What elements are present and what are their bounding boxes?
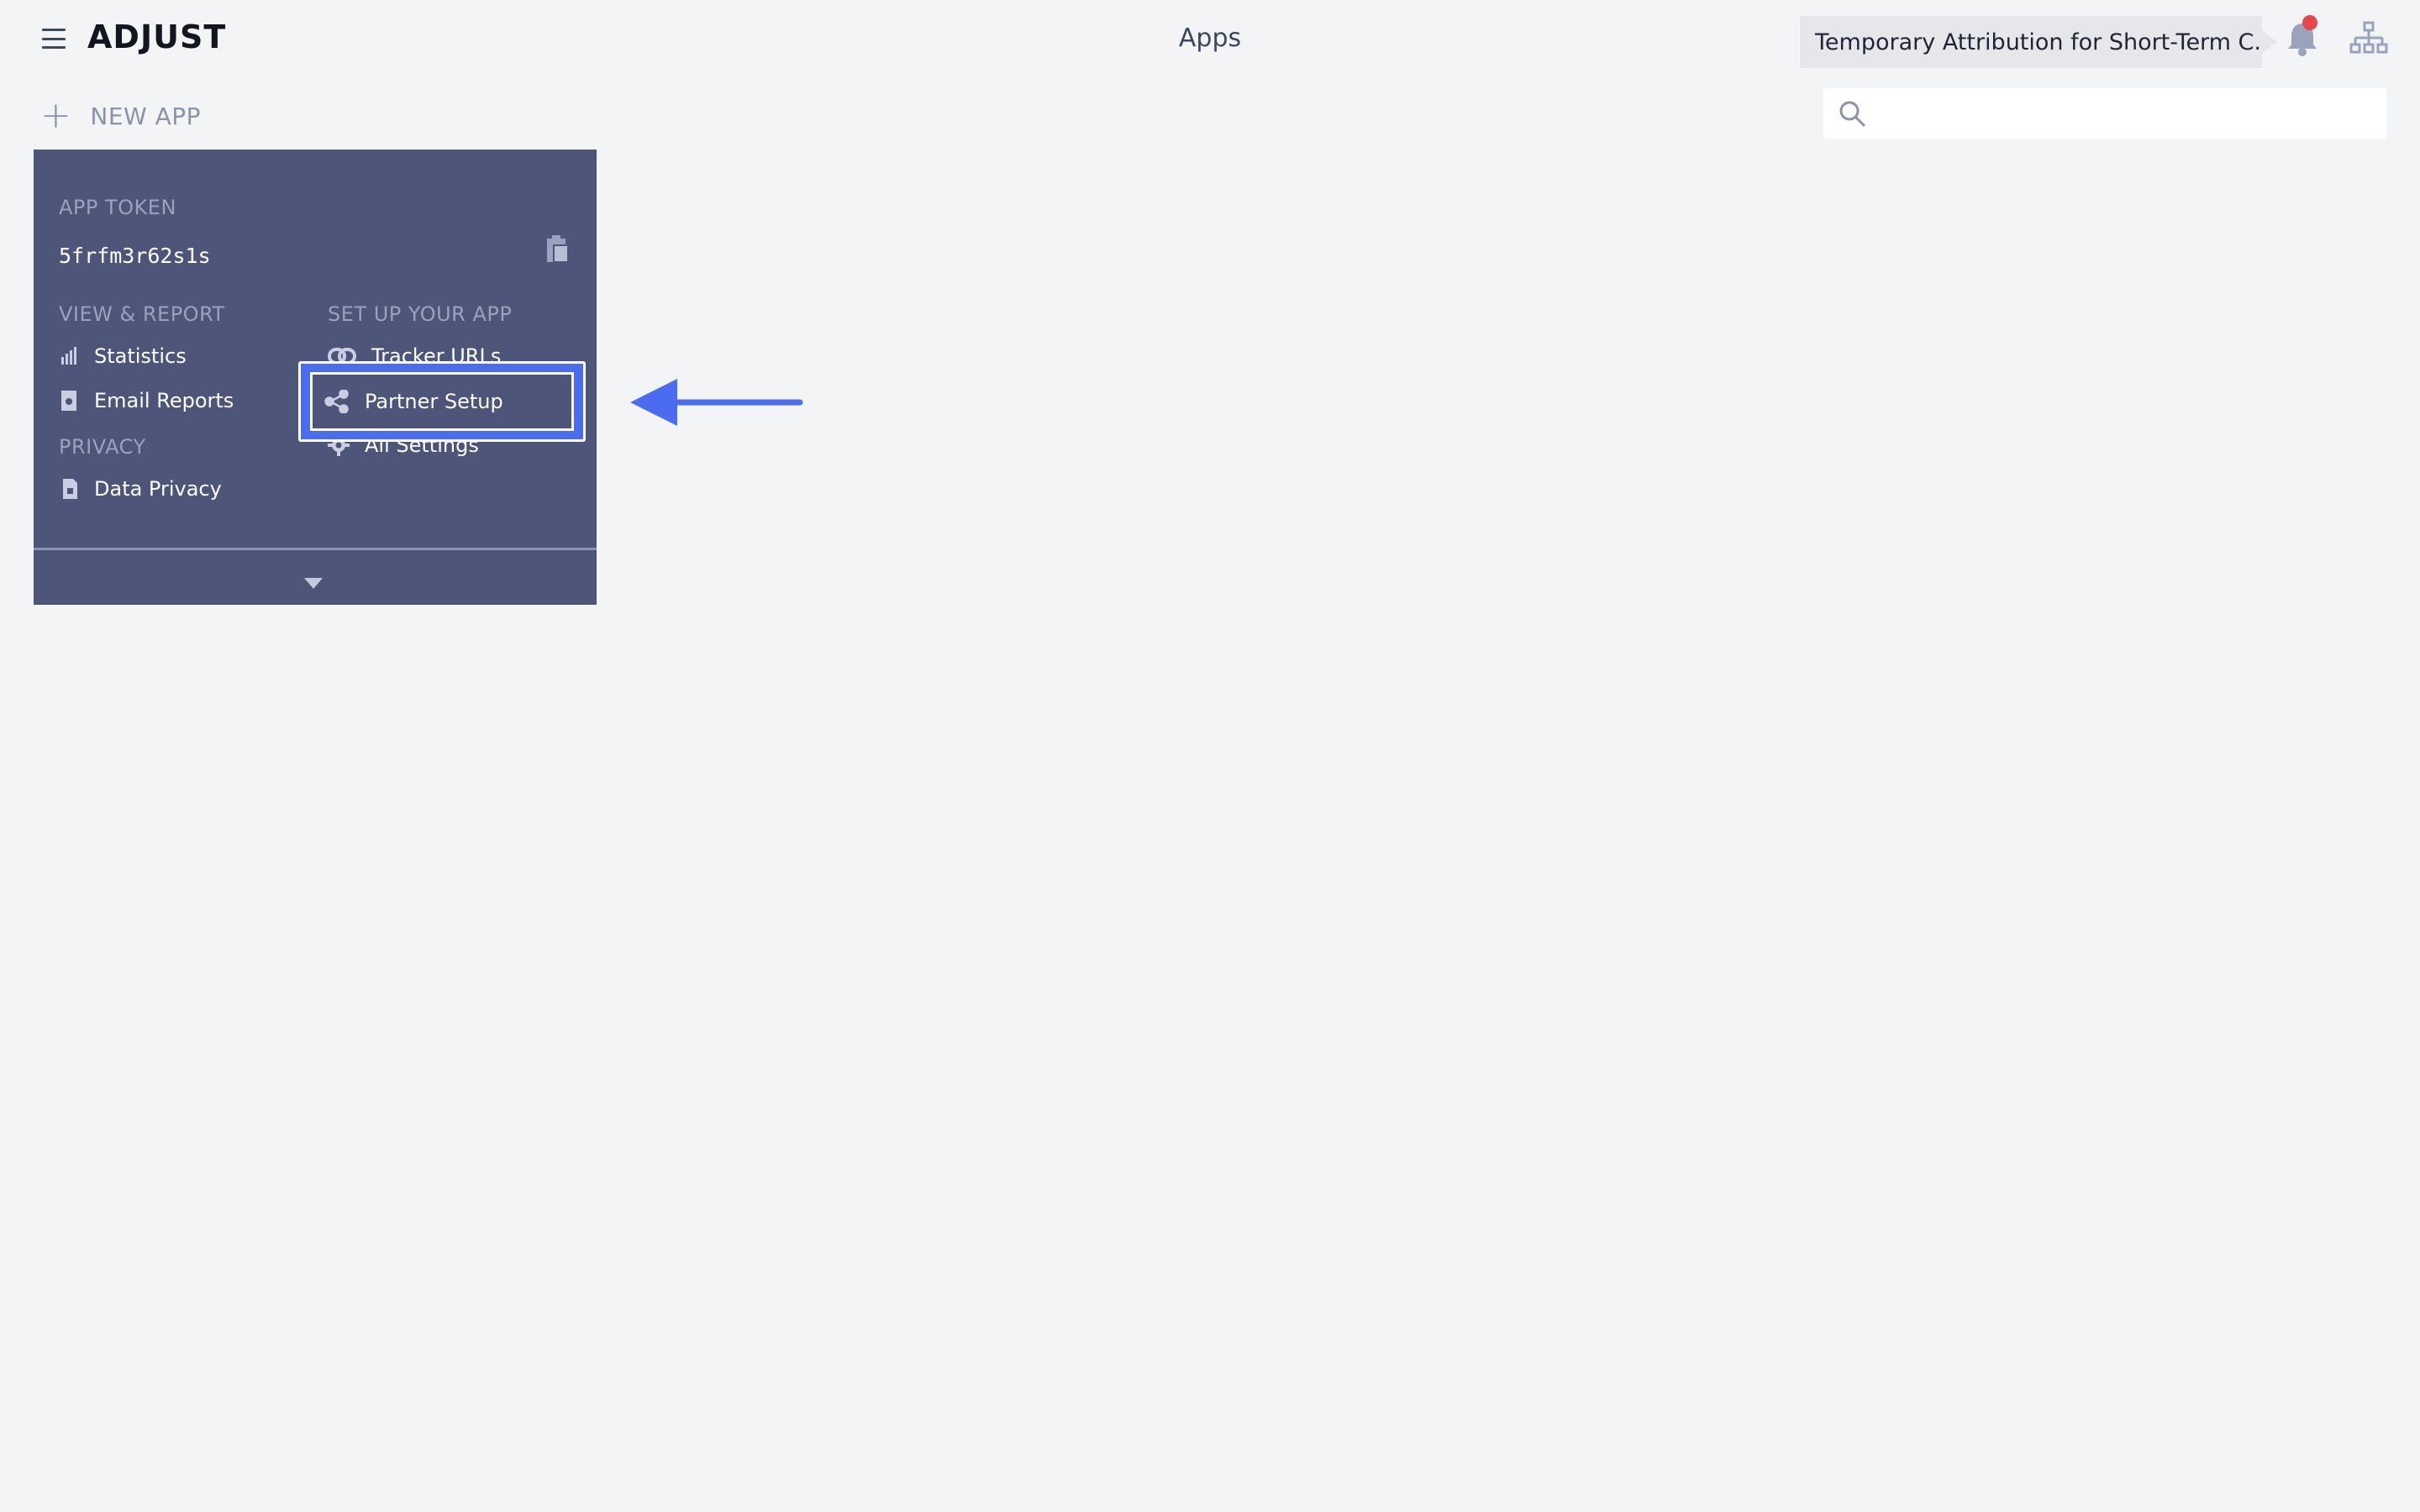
banner-pointer	[2262, 30, 2277, 54]
email-reports-link[interactable]: Email Reports	[60, 389, 234, 412]
bar-chart-icon	[61, 347, 76, 365]
new-app-label: NEW APP	[90, 102, 202, 130]
statistics-label: Statistics	[94, 344, 187, 368]
search-input[interactable]	[1882, 88, 2381, 140]
org-chart-icon[interactable]	[2349, 20, 2388, 57]
email-reports-label: Email Reports	[94, 389, 234, 412]
data-privacy-icon	[63, 479, 77, 499]
data-privacy-link[interactable]: Data Privacy	[60, 477, 222, 501]
statistics-link[interactable]: Statistics	[60, 344, 187, 368]
adjust-logo[interactable]: ADJUST	[87, 18, 226, 55]
partner-setup-highlight: Partner Setup	[298, 361, 586, 442]
notification-dot	[2302, 15, 2317, 30]
announcement-text: Temporary Attribution for Short-Term C..…	[1815, 29, 2262, 55]
announcement-banner[interactable]: Temporary Attribution for Short-Term C..…	[1800, 16, 2262, 68]
view-report-heading: VIEW & REPORT	[59, 302, 225, 326]
pointer-arrow	[629, 376, 805, 432]
partner-setup-item[interactable]: Partner Setup	[324, 390, 503, 413]
privacy-heading: PRIVACY	[59, 435, 146, 459]
new-app-button[interactable]: + NEW APP	[40, 97, 201, 134]
expand-chevron-icon[interactable]	[304, 578, 323, 589]
card-divider	[34, 548, 597, 550]
plus-icon: +	[40, 94, 72, 137]
data-privacy-label: Data Privacy	[94, 477, 222, 501]
share-icon	[324, 390, 349, 413]
search-box[interactable]	[1823, 88, 2386, 140]
app-token-label: APP TOKEN	[59, 196, 176, 219]
email-report-icon	[61, 391, 76, 411]
partner-setup-label: Partner Setup	[365, 390, 503, 413]
hamburger-icon[interactable]	[42, 29, 66, 49]
clipboard-icon[interactable]	[544, 235, 570, 264]
search-icon	[1839, 101, 1866, 128]
setup-heading: SET UP YOUR APP	[328, 302, 513, 326]
partner-setup-link[interactable]: Partner Setup	[310, 372, 574, 431]
app-token-value: 5frfm3r62s1s	[59, 244, 211, 268]
